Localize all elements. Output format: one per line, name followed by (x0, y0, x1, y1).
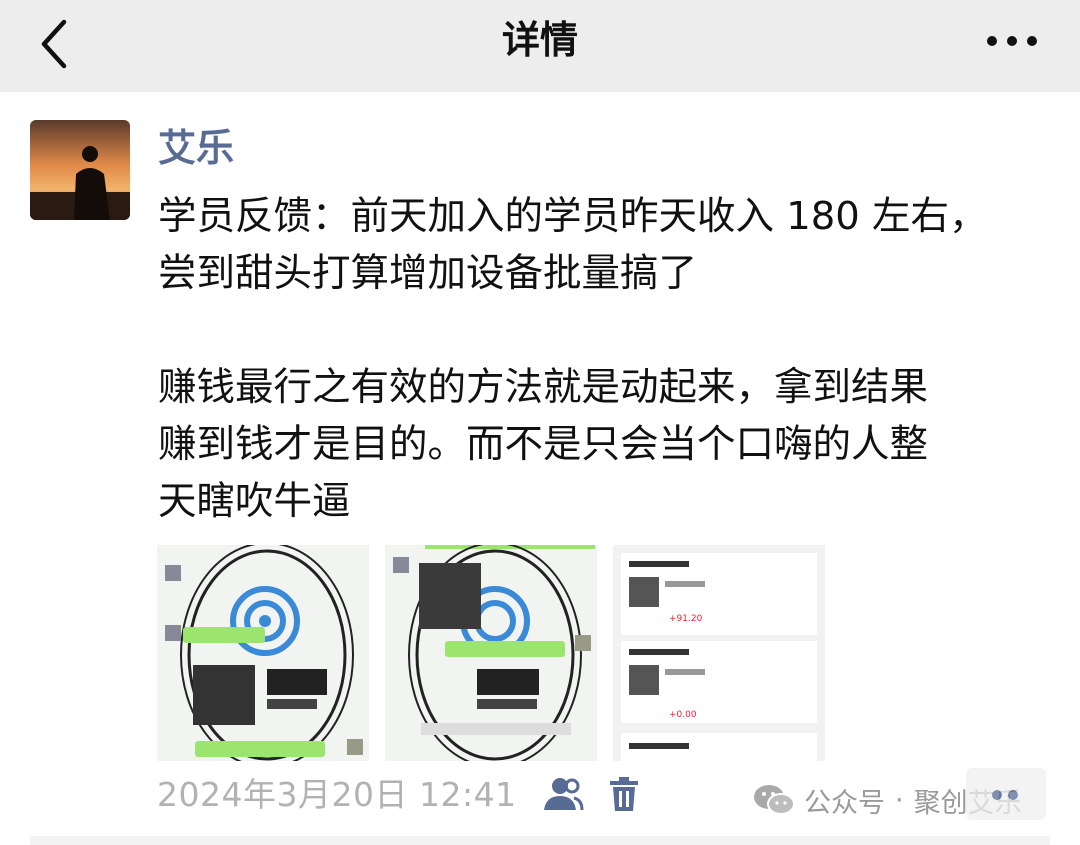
page-title: 详情 (501, 18, 578, 62)
delete-button[interactable] (604, 774, 644, 814)
comment-action-button[interactable] (966, 768, 1046, 820)
watermark-separator: · (895, 784, 904, 816)
navbar: 详情 (0, 0, 1080, 92)
chat-screenshot-image (385, 545, 597, 761)
photo-2[interactable] (385, 545, 597, 761)
svg-text:+0.00: +0.00 (669, 710, 697, 720)
post-timestamp: 2024年3月20日 12:41 (157, 775, 517, 814)
back-button[interactable] (36, 16, 76, 72)
visibility-button[interactable] (540, 774, 586, 814)
more-button[interactable] (984, 26, 1040, 56)
chat-screenshot-image (157, 545, 369, 761)
photo-3[interactable]: +91.20 +0.00 (613, 545, 825, 761)
action-dot-icon (1008, 790, 1018, 800)
svg-text:+91.20: +91.20 (669, 614, 703, 624)
divider (30, 836, 1050, 845)
wechat-icon (754, 785, 795, 815)
sunset-silhouette-avatar (30, 120, 130, 220)
avatar[interactable] (30, 120, 130, 220)
contacts-icon (544, 778, 584, 811)
earnings-list-image: +91.20 +0.00 (613, 545, 825, 761)
chevron-left-icon (41, 19, 67, 69)
trash-icon (610, 777, 638, 811)
post-text: 学员反馈：前天加入的学员昨天收入 180 左右， 尝到甜头打算增加设备批量搞了 … (158, 194, 988, 524)
watermark-source: 公众号 (804, 787, 885, 819)
photo-1[interactable] (157, 545, 369, 761)
more-dots-icon (987, 36, 1037, 46)
action-dot-icon (992, 790, 1002, 800)
author-name[interactable]: 艾乐 (158, 122, 234, 174)
